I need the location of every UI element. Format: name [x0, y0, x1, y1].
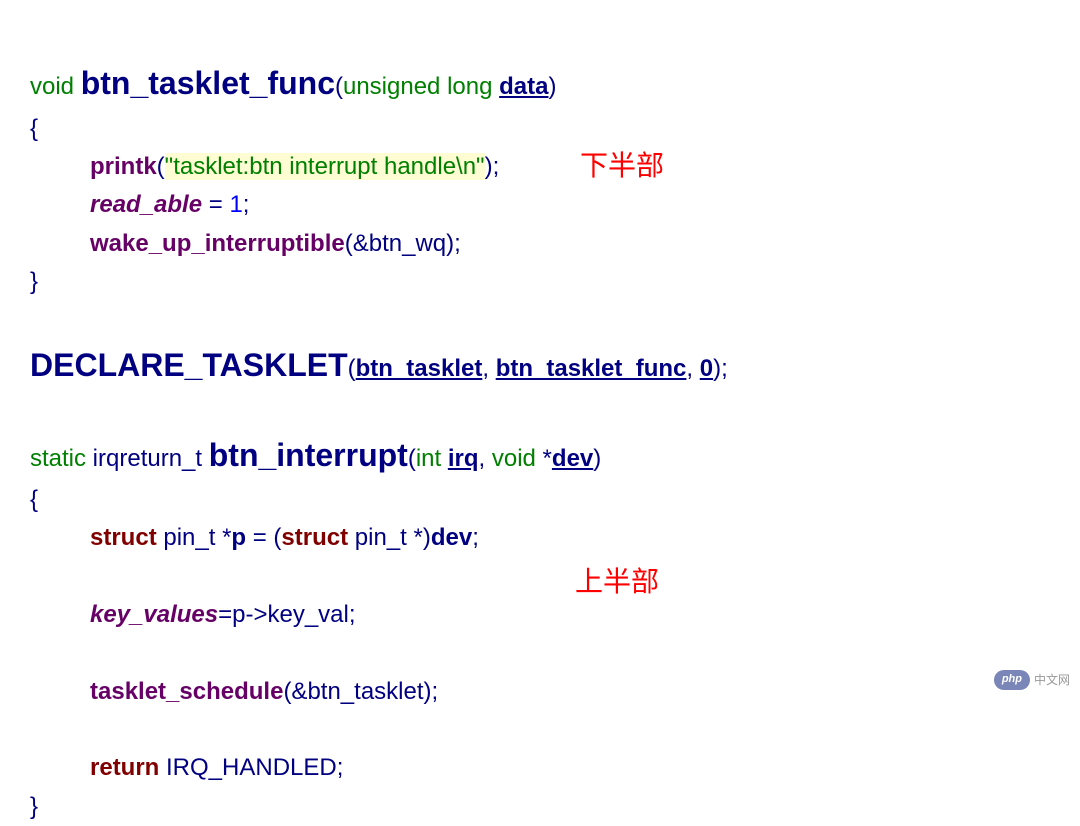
kw-static: static: [30, 445, 86, 472]
kw-int: int: [416, 445, 448, 472]
line-1: void btn_tasklet_func(unsigned long data…: [30, 73, 556, 100]
kw-void: void: [492, 445, 536, 472]
string-literal: "tasklet:btn interrupt handle\n": [165, 153, 485, 180]
paren: (: [335, 73, 343, 100]
comma: ,: [686, 355, 699, 382]
line-declare: DECLARE_TASKLET(btn_tasklet, btn_tasklet…: [30, 355, 728, 382]
star: *: [536, 445, 552, 472]
arg-btn-tasklet-func: btn_tasklet_func: [496, 355, 687, 382]
arg-zero: 0: [700, 355, 713, 382]
macro-declare-tasklet: DECLARE_TASKLET: [30, 347, 348, 383]
type: pin_t *): [348, 524, 431, 551]
php-badge-icon: php: [994, 670, 1030, 690]
fn-wakeup: wake_up_interruptible: [90, 230, 345, 257]
line-readable: read_able = 1;: [30, 186, 249, 224]
annotation-bottom-half: 下半部: [580, 144, 664, 189]
paren: (: [408, 445, 416, 472]
type-ulong: unsigned long: [343, 73, 492, 100]
type: pin_t *: [157, 524, 232, 551]
arg-btn-tasklet: btn_tasklet: [356, 355, 483, 382]
comma: ,: [479, 445, 492, 472]
line-btn-interrupt: static irqreturn_t btn_interrupt(int irq…: [30, 445, 601, 472]
op: = (: [246, 524, 281, 551]
param-data: data: [499, 73, 548, 100]
line-printk: printk("tasklet:btn interrupt handle\n")…: [30, 148, 499, 186]
paren: (: [157, 153, 165, 180]
line-return: return IRQ_HANDLED;: [30, 749, 343, 787]
kw-struct: struct: [90, 524, 157, 551]
ret-val: IRQ_HANDLED;: [159, 754, 343, 781]
kw-return: return: [90, 754, 159, 781]
semi: ;: [472, 524, 479, 551]
op-eq: =: [202, 191, 229, 218]
rhs: =p->key_val;: [218, 601, 355, 628]
line-tasklet-schedule: tasklet_schedule(&btn_tasklet);: [30, 673, 438, 711]
brace: }: [30, 793, 38, 820]
kw-void: void: [30, 73, 74, 100]
param-dev: dev: [552, 445, 593, 472]
paren: (: [348, 355, 356, 382]
param-irq: irq: [448, 445, 479, 472]
brace: {: [30, 486, 38, 513]
var-p: p: [231, 524, 246, 551]
line-struct: struct pin_t *p = (struct pin_t *)dev;: [30, 519, 479, 557]
literal-1: 1: [229, 191, 242, 218]
paren: ): [593, 445, 601, 472]
var-dev: dev: [431, 524, 472, 551]
func-name: btn_tasklet_func: [81, 65, 335, 101]
code-block: void btn_tasklet_func(unsigned long data…: [30, 20, 1050, 826]
var-key-values: key_values: [90, 601, 218, 628]
paren: );: [485, 153, 500, 180]
ret-type: irqreturn_t: [86, 445, 209, 472]
comma: ,: [482, 355, 495, 382]
brace: }: [30, 268, 38, 295]
watermark: php 中文网: [994, 670, 1070, 690]
paren: );: [713, 355, 728, 382]
line-wakeup: wake_up_interruptible(&btn_wq);: [30, 225, 461, 263]
brace: {: [30, 115, 38, 142]
fn-printk: printk: [90, 153, 157, 180]
semi: ;: [243, 191, 250, 218]
kw-struct: struct: [281, 524, 348, 551]
watermark-text: 中文网: [1034, 671, 1070, 690]
annotation-top-half: 上半部: [575, 560, 659, 605]
fn-tasklet-schedule: tasklet_schedule: [90, 678, 283, 705]
var-read-able: read_able: [90, 191, 202, 218]
args: (&btn_tasklet);: [283, 678, 438, 705]
line-keyvalues: key_values=p->key_val;: [30, 596, 356, 634]
func-btn-interrupt: btn_interrupt: [209, 437, 408, 473]
args: (&btn_wq);: [345, 230, 461, 257]
paren: ): [548, 73, 556, 100]
